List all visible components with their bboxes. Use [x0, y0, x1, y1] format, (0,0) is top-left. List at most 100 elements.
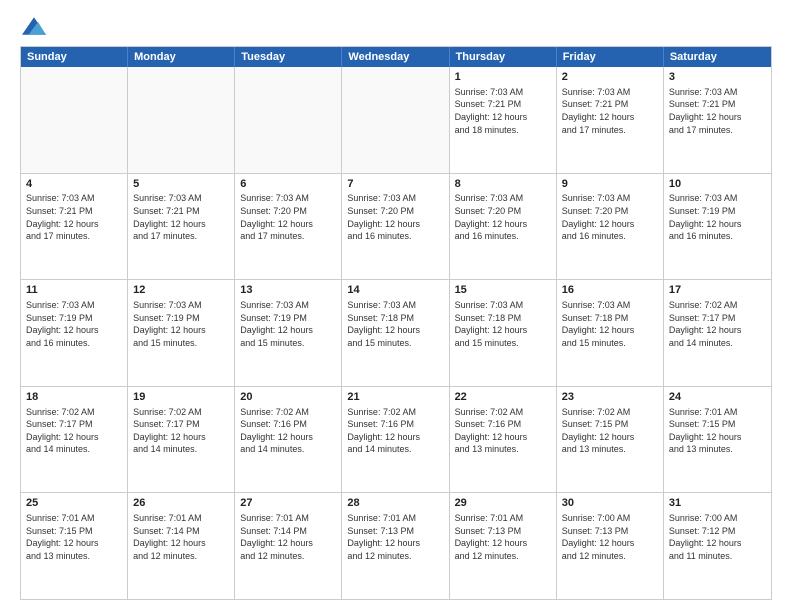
- day-info: Sunrise: 7:01 AM Sunset: 7:15 PM Dayligh…: [669, 406, 766, 456]
- day-number: 19: [133, 390, 229, 405]
- day-number: 3: [669, 70, 766, 85]
- day-info: Sunrise: 7:03 AM Sunset: 7:18 PM Dayligh…: [455, 299, 551, 349]
- day-number: 28: [347, 496, 443, 511]
- day-number: 20: [240, 390, 336, 405]
- header-day-friday: Friday: [557, 47, 664, 67]
- day-number: 31: [669, 496, 766, 511]
- calendar-cell: 20Sunrise: 7:02 AM Sunset: 7:16 PM Dayli…: [235, 387, 342, 493]
- calendar-cell: 12Sunrise: 7:03 AM Sunset: 7:19 PM Dayli…: [128, 280, 235, 386]
- calendar-cell: 21Sunrise: 7:02 AM Sunset: 7:16 PM Dayli…: [342, 387, 449, 493]
- calendar-cell: 13Sunrise: 7:03 AM Sunset: 7:19 PM Dayli…: [235, 280, 342, 386]
- day-info: Sunrise: 7:03 AM Sunset: 7:19 PM Dayligh…: [133, 299, 229, 349]
- day-number: 4: [26, 177, 122, 192]
- day-info: Sunrise: 7:03 AM Sunset: 7:18 PM Dayligh…: [562, 299, 658, 349]
- calendar-cell: 30Sunrise: 7:00 AM Sunset: 7:13 PM Dayli…: [557, 493, 664, 599]
- day-info: Sunrise: 7:02 AM Sunset: 7:15 PM Dayligh…: [562, 406, 658, 456]
- day-number: 2: [562, 70, 658, 85]
- day-number: 16: [562, 283, 658, 298]
- day-number: 9: [562, 177, 658, 192]
- day-number: 1: [455, 70, 551, 85]
- day-info: Sunrise: 7:03 AM Sunset: 7:20 PM Dayligh…: [347, 192, 443, 242]
- day-info: Sunrise: 7:03 AM Sunset: 7:20 PM Dayligh…: [455, 192, 551, 242]
- day-number: 21: [347, 390, 443, 405]
- day-number: 8: [455, 177, 551, 192]
- day-number: 6: [240, 177, 336, 192]
- day-info: Sunrise: 7:00 AM Sunset: 7:12 PM Dayligh…: [669, 512, 766, 562]
- calendar-body: 1Sunrise: 7:03 AM Sunset: 7:21 PM Daylig…: [21, 67, 771, 599]
- calendar-cell: 15Sunrise: 7:03 AM Sunset: 7:18 PM Dayli…: [450, 280, 557, 386]
- calendar: SundayMondayTuesdayWednesdayThursdayFrid…: [20, 46, 772, 600]
- header-day-monday: Monday: [128, 47, 235, 67]
- day-number: 7: [347, 177, 443, 192]
- day-number: 13: [240, 283, 336, 298]
- day-number: 23: [562, 390, 658, 405]
- day-info: Sunrise: 7:02 AM Sunset: 7:17 PM Dayligh…: [26, 406, 122, 456]
- calendar-cell: 4Sunrise: 7:03 AM Sunset: 7:21 PM Daylig…: [21, 174, 128, 280]
- day-info: Sunrise: 7:01 AM Sunset: 7:15 PM Dayligh…: [26, 512, 122, 562]
- calendar-cell: 16Sunrise: 7:03 AM Sunset: 7:18 PM Dayli…: [557, 280, 664, 386]
- calendar-cell: 14Sunrise: 7:03 AM Sunset: 7:18 PM Dayli…: [342, 280, 449, 386]
- calendar-cell: 11Sunrise: 7:03 AM Sunset: 7:19 PM Dayli…: [21, 280, 128, 386]
- calendar-cell: 1Sunrise: 7:03 AM Sunset: 7:21 PM Daylig…: [450, 67, 557, 173]
- day-info: Sunrise: 7:02 AM Sunset: 7:16 PM Dayligh…: [347, 406, 443, 456]
- day-number: 25: [26, 496, 122, 511]
- calendar-cell: 19Sunrise: 7:02 AM Sunset: 7:17 PM Dayli…: [128, 387, 235, 493]
- day-info: Sunrise: 7:03 AM Sunset: 7:19 PM Dayligh…: [669, 192, 766, 242]
- day-info: Sunrise: 7:01 AM Sunset: 7:13 PM Dayligh…: [455, 512, 551, 562]
- day-info: Sunrise: 7:02 AM Sunset: 7:17 PM Dayligh…: [133, 406, 229, 456]
- day-info: Sunrise: 7:03 AM Sunset: 7:18 PM Dayligh…: [347, 299, 443, 349]
- calendar-cell: 25Sunrise: 7:01 AM Sunset: 7:15 PM Dayli…: [21, 493, 128, 599]
- calendar-cell: [342, 67, 449, 173]
- day-info: Sunrise: 7:03 AM Sunset: 7:21 PM Dayligh…: [455, 86, 551, 136]
- day-info: Sunrise: 7:01 AM Sunset: 7:14 PM Dayligh…: [133, 512, 229, 562]
- day-number: 17: [669, 283, 766, 298]
- day-info: Sunrise: 7:00 AM Sunset: 7:13 PM Dayligh…: [562, 512, 658, 562]
- day-number: 10: [669, 177, 766, 192]
- day-number: 27: [240, 496, 336, 511]
- day-number: 14: [347, 283, 443, 298]
- header-day-tuesday: Tuesday: [235, 47, 342, 67]
- calendar-cell: 24Sunrise: 7:01 AM Sunset: 7:15 PM Dayli…: [664, 387, 771, 493]
- day-info: Sunrise: 7:02 AM Sunset: 7:16 PM Dayligh…: [240, 406, 336, 456]
- day-info: Sunrise: 7:03 AM Sunset: 7:20 PM Dayligh…: [562, 192, 658, 242]
- calendar-cell: 29Sunrise: 7:01 AM Sunset: 7:13 PM Dayli…: [450, 493, 557, 599]
- day-info: Sunrise: 7:01 AM Sunset: 7:14 PM Dayligh…: [240, 512, 336, 562]
- day-info: Sunrise: 7:03 AM Sunset: 7:20 PM Dayligh…: [240, 192, 336, 242]
- calendar-cell: 8Sunrise: 7:03 AM Sunset: 7:20 PM Daylig…: [450, 174, 557, 280]
- day-number: 18: [26, 390, 122, 405]
- day-info: Sunrise: 7:03 AM Sunset: 7:19 PM Dayligh…: [240, 299, 336, 349]
- logo: [20, 16, 46, 36]
- day-number: 5: [133, 177, 229, 192]
- calendar-cell: 18Sunrise: 7:02 AM Sunset: 7:17 PM Dayli…: [21, 387, 128, 493]
- day-info: Sunrise: 7:03 AM Sunset: 7:21 PM Dayligh…: [669, 86, 766, 136]
- calendar-cell: 5Sunrise: 7:03 AM Sunset: 7:21 PM Daylig…: [128, 174, 235, 280]
- calendar-cell: 3Sunrise: 7:03 AM Sunset: 7:21 PM Daylig…: [664, 67, 771, 173]
- day-number: 22: [455, 390, 551, 405]
- page: SundayMondayTuesdayWednesdayThursdayFrid…: [0, 0, 792, 612]
- day-info: Sunrise: 7:03 AM Sunset: 7:21 PM Dayligh…: [133, 192, 229, 242]
- logo-text: [20, 16, 46, 36]
- header-day-saturday: Saturday: [664, 47, 771, 67]
- day-info: Sunrise: 7:03 AM Sunset: 7:21 PM Dayligh…: [562, 86, 658, 136]
- day-info: Sunrise: 7:03 AM Sunset: 7:19 PM Dayligh…: [26, 299, 122, 349]
- calendar-cell: 2Sunrise: 7:03 AM Sunset: 7:21 PM Daylig…: [557, 67, 664, 173]
- calendar-row-0: 1Sunrise: 7:03 AM Sunset: 7:21 PM Daylig…: [21, 67, 771, 173]
- day-info: Sunrise: 7:02 AM Sunset: 7:17 PM Dayligh…: [669, 299, 766, 349]
- day-number: 24: [669, 390, 766, 405]
- calendar-header: SundayMondayTuesdayWednesdayThursdayFrid…: [21, 47, 771, 67]
- calendar-cell: 10Sunrise: 7:03 AM Sunset: 7:19 PM Dayli…: [664, 174, 771, 280]
- calendar-cell: 9Sunrise: 7:03 AM Sunset: 7:20 PM Daylig…: [557, 174, 664, 280]
- calendar-cell: 27Sunrise: 7:01 AM Sunset: 7:14 PM Dayli…: [235, 493, 342, 599]
- logo-icon: [22, 16, 46, 36]
- calendar-cell: [235, 67, 342, 173]
- calendar-row-4: 25Sunrise: 7:01 AM Sunset: 7:15 PM Dayli…: [21, 492, 771, 599]
- day-number: 11: [26, 283, 122, 298]
- header-day-wednesday: Wednesday: [342, 47, 449, 67]
- calendar-cell: [128, 67, 235, 173]
- calendar-row-2: 11Sunrise: 7:03 AM Sunset: 7:19 PM Dayli…: [21, 279, 771, 386]
- calendar-cell: 6Sunrise: 7:03 AM Sunset: 7:20 PM Daylig…: [235, 174, 342, 280]
- day-info: Sunrise: 7:03 AM Sunset: 7:21 PM Dayligh…: [26, 192, 122, 242]
- header: [20, 16, 772, 36]
- day-number: 15: [455, 283, 551, 298]
- day-number: 12: [133, 283, 229, 298]
